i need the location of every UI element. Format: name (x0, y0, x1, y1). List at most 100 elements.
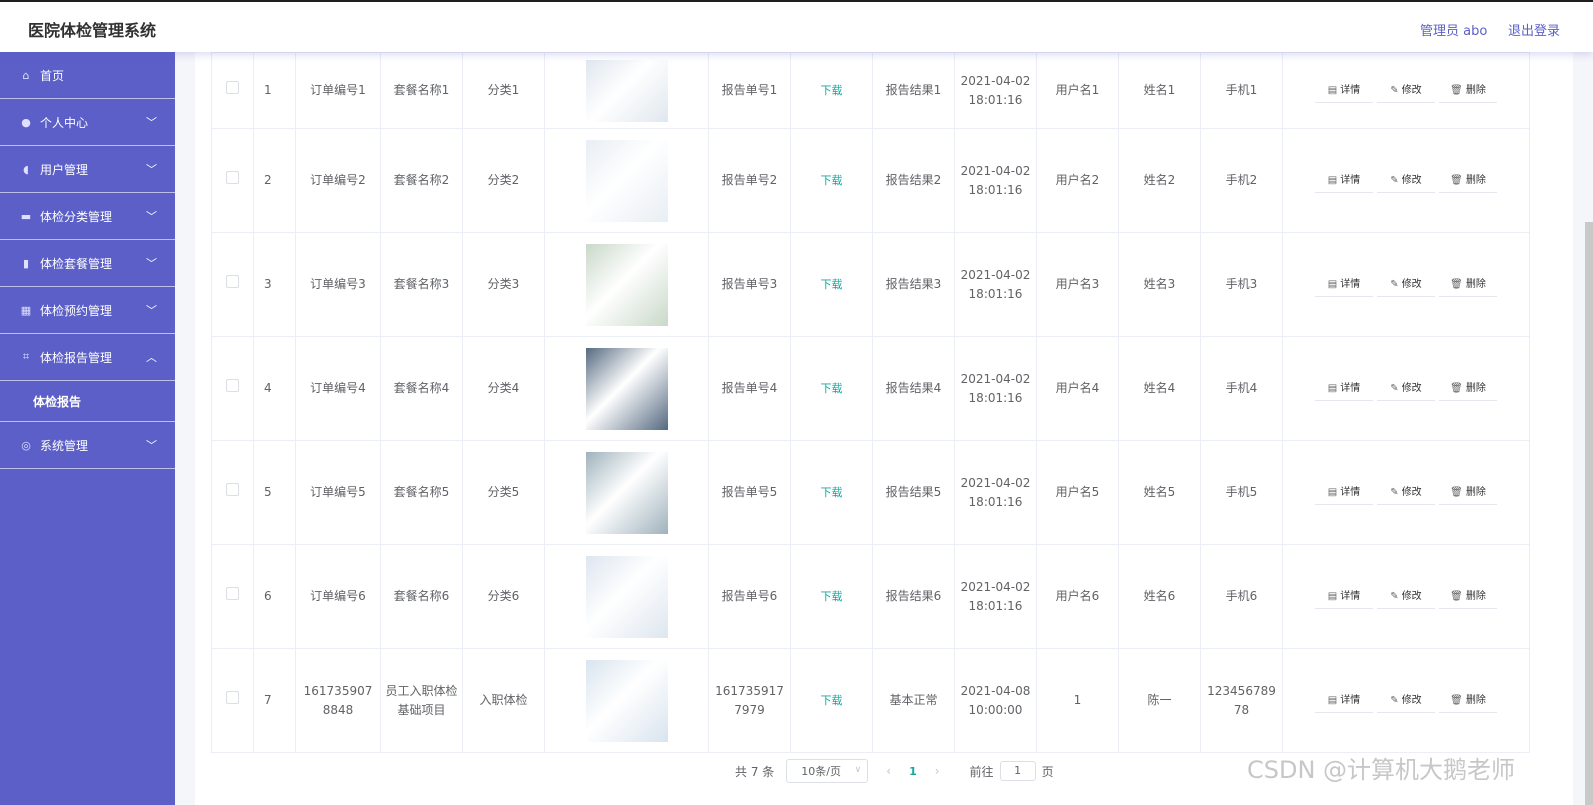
sidebar-item-home[interactable]: ⌂ 首页 (0, 52, 175, 99)
edit-button[interactable]: ✎ 修改 (1377, 481, 1435, 505)
delete-button[interactable]: 🗑 删除 (1439, 273, 1497, 297)
package-name: 套餐名称4 (380, 336, 463, 441)
photo-cell (544, 232, 709, 337)
report-result: 基本正常 (872, 648, 955, 753)
detail-button[interactable]: ▤ 详情 (1315, 481, 1373, 505)
report-number: 1617359177979 (708, 648, 791, 753)
download-cell: 下载 (790, 128, 873, 233)
full-name: 姓名4 (1118, 336, 1201, 441)
delete-button[interactable]: 🗑 删除 (1439, 79, 1497, 103)
phone: 手机3 (1200, 232, 1283, 337)
time: 18:01:16 (968, 598, 1023, 613)
doctor-photo (585, 59, 668, 122)
monitor-icon: ▬ (20, 209, 32, 223)
row-checkbox-cell (211, 544, 254, 649)
next-page-button[interactable]: › (935, 764, 940, 778)
download-link[interactable]: 下载 (821, 486, 843, 499)
order-number: 订单编号4 (295, 336, 381, 441)
download-link[interactable]: 下载 (821, 278, 843, 291)
sidebar-item-report-management[interactable]: ⌗ 体检报告管理 ︿ (0, 334, 175, 381)
row-checkbox[interactable] (226, 171, 239, 184)
order-number: 订单编号1 (295, 52, 381, 129)
edit-button[interactable]: ✎ 修改 (1377, 585, 1435, 609)
prev-page-button[interactable]: ‹ (886, 764, 891, 778)
download-link[interactable]: 下载 (821, 694, 843, 707)
delete-button[interactable]: 🗑 删除 (1439, 585, 1497, 609)
detail-button[interactable]: ▤ 详情 (1315, 169, 1373, 193)
download-link[interactable]: 下载 (821, 174, 843, 187)
table-row: 4 订单编号4 套餐名称4 分类4 报告单号4 下载 报告结果4 2021-04-02 18:0… (211, 336, 1530, 441)
detail-button[interactable]: ▤ 详情 (1315, 585, 1373, 609)
actions-cell: ▤ 详情 ✎ 修改 🗑 删除 (1282, 336, 1530, 441)
pencil-icon: ✎ (1390, 590, 1399, 602)
detail-button[interactable]: ▤ 详情 (1315, 79, 1373, 103)
phone: 手机6 (1200, 544, 1283, 649)
logout-link[interactable]: 退出登录 (1508, 20, 1560, 39)
download-link[interactable]: 下载 (821, 84, 843, 97)
delete-button[interactable]: 🗑 删除 (1439, 689, 1497, 713)
chevron-down-icon: ﹀ (146, 304, 157, 317)
edit-button[interactable]: ✎ 修改 (1377, 169, 1435, 193)
row-checkbox[interactable] (226, 275, 239, 288)
category: 入职体检 (462, 648, 545, 753)
page-number-current[interactable]: 1 (909, 765, 917, 778)
delete-button[interactable]: 🗑 删除 (1439, 169, 1497, 193)
time: 10:00:00 (968, 702, 1023, 717)
row-checkbox[interactable] (226, 483, 239, 496)
package-name: 套餐名称2 (380, 128, 463, 233)
download-cell: 下载 (790, 232, 873, 337)
doctor-photo (585, 555, 668, 638)
download-link[interactable]: 下载 (821, 382, 843, 395)
sidebar-item-label: 用户管理 (40, 162, 89, 177)
sidebar-item-package-management[interactable]: ▮ 体检套餐管理 ﹀ (0, 240, 175, 287)
detail-button[interactable]: ▤ 详情 (1315, 273, 1373, 297)
full-name: 姓名5 (1118, 440, 1201, 545)
sidebar-item-personal-center[interactable]: ● 个人中心 ﹀ (0, 99, 175, 146)
download-link[interactable]: 下载 (821, 590, 843, 603)
pencil-icon: ✎ (1390, 382, 1399, 394)
page-size-select[interactable]: 10条/页 ∨ (786, 759, 869, 783)
chevron-down-icon: ∨ (854, 765, 862, 775)
row-checkbox[interactable] (226, 691, 239, 704)
username: 1 (1036, 648, 1119, 753)
phone: 手机5 (1200, 440, 1283, 545)
sidebar-item-user-management[interactable]: ◖ 用户管理 ﹀ (0, 146, 175, 193)
report-result: 报告结果3 (872, 232, 955, 337)
delete-button[interactable]: 🗑 删除 (1439, 377, 1497, 401)
edit-button[interactable]: ✎ 修改 (1377, 273, 1435, 297)
pencil-icon: ✎ (1390, 486, 1399, 498)
document-icon: ▤ (1327, 278, 1338, 290)
pencil-icon: ✎ (1390, 278, 1399, 290)
detail-button[interactable]: ▤ 详情 (1315, 689, 1373, 713)
page-scrollbar[interactable] (1585, 222, 1593, 805)
sidebar-item-category-management[interactable]: ▬ 体检分类管理 ﹀ (0, 193, 175, 240)
sidebar-item-appointment-management[interactable]: ▦ 体检预约管理 ﹀ (0, 287, 175, 334)
sidebar-item-label: 体检预约管理 (40, 303, 113, 318)
edit-button[interactable]: ✎ 修改 (1377, 79, 1435, 103)
sidebar-item-system-management[interactable]: ◎ 系统管理 ﹀ (0, 422, 175, 469)
edit-button[interactable]: ✎ 修改 (1377, 377, 1435, 401)
date: 2021-04-02 (960, 163, 1031, 178)
time: 18:01:16 (968, 286, 1023, 301)
delete-label: 删除 (1465, 84, 1486, 96)
photo-cell (544, 440, 709, 545)
sidebar-menu: ⌂ 首页 ● 个人中心 ﹀ ◖ 用户管理 ﹀ ▬ 体检分类管理 ﹀ ▮ 体检套餐… (0, 52, 175, 805)
order-number: 订单编号6 (295, 544, 381, 649)
phone: 手机1 (1200, 52, 1283, 129)
row-checkbox[interactable] (226, 587, 239, 600)
row-checkbox[interactable] (226, 379, 239, 392)
report-table-panel: 1 订单编号1 套餐名称1 分类1 报告单号1 下载 报告结果1 2021-04-02 18:0… (195, 52, 1573, 805)
goto-page-input[interactable]: 1 (999, 761, 1036, 781)
doctor-photo (585, 659, 668, 742)
row-checkbox[interactable] (226, 81, 239, 94)
crop-icon: ⌗ (22, 350, 30, 363)
chevron-down-icon: ﹀ (146, 163, 157, 176)
sidebar-subitem-report[interactable]: 体检报告 (0, 381, 175, 422)
table-row: 2 订单编号2 套餐名称2 分类2 报告单号2 下载 报告结果2 2021-04-02 18:0… (211, 128, 1530, 233)
delete-button[interactable]: 🗑 删除 (1439, 481, 1497, 505)
detail-button[interactable]: ▤ 详情 (1315, 377, 1373, 401)
category: 分类3 (462, 232, 545, 337)
download-cell: 下载 (790, 544, 873, 649)
goto-label: 前往 (969, 764, 994, 779)
edit-button[interactable]: ✎ 修改 (1377, 689, 1435, 713)
